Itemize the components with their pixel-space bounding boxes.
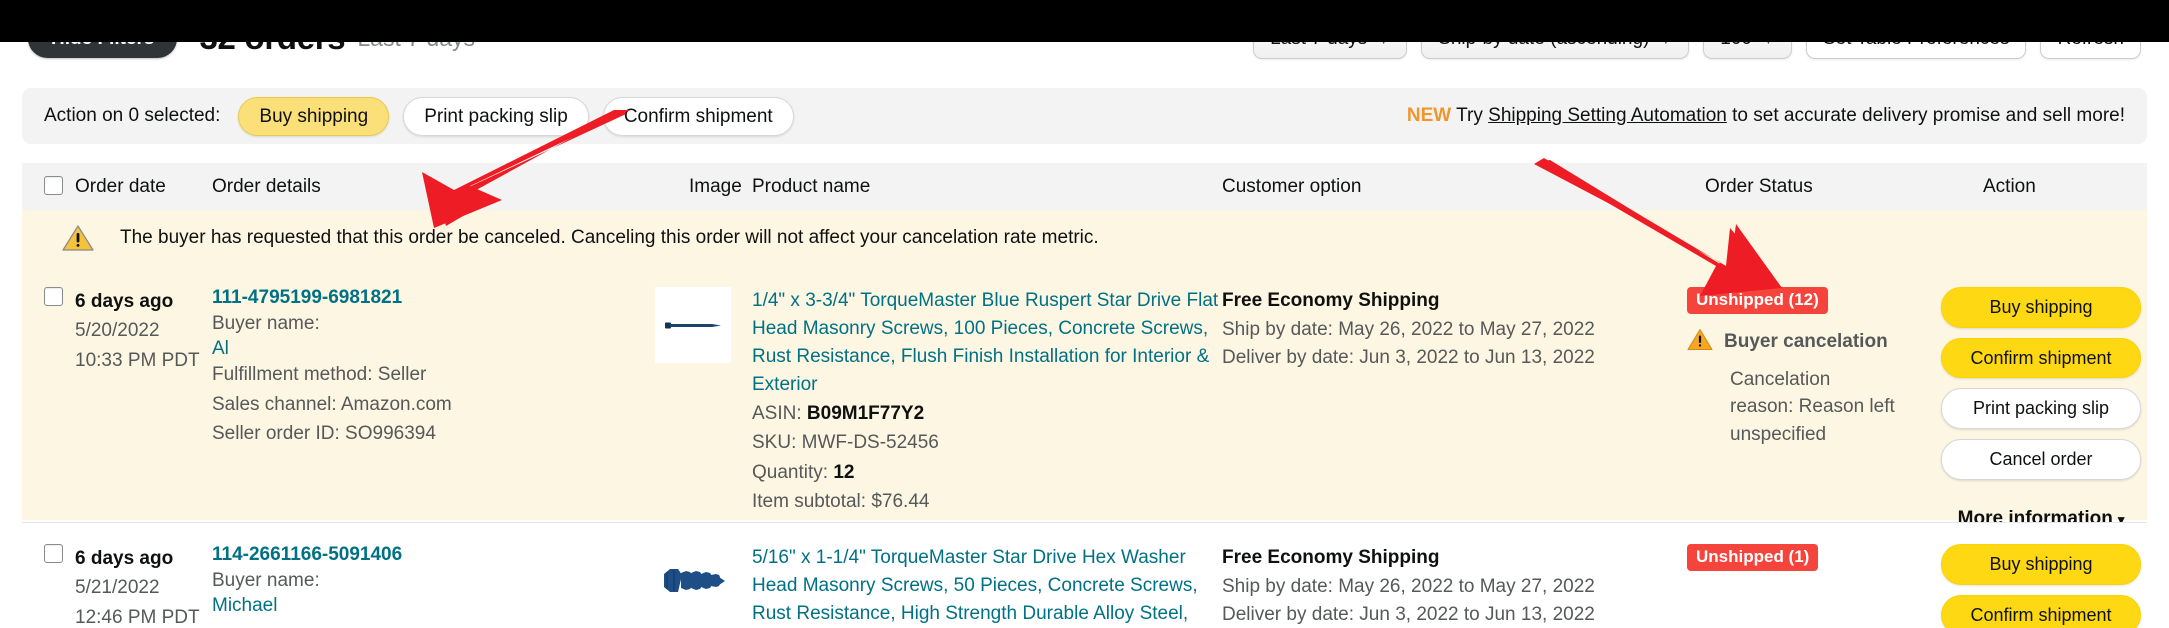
asin-label: ASIN: <box>752 402 807 424</box>
column-header-customer-option: Customer option <box>1222 175 1362 197</box>
bulk-action-bar: Action on 0 selected: Buy shipping Print… <box>22 88 2147 144</box>
product-sku: SKU: MWF-DS-52456 <box>752 432 939 454</box>
bulk-buy-shipping-button[interactable]: Buy shipping <box>238 96 390 136</box>
order-id-link[interactable]: 111-4795199-6981821 <box>212 287 402 308</box>
order-details-cell: 111-4795199-6981821 Buyer name: Al Fulfi… <box>212 287 617 520</box>
buyer-name-link[interactable]: Michael <box>212 595 277 616</box>
table-header-row: Order date Order details Image Product n… <box>22 163 2147 210</box>
status-badge: Unshipped (12) <box>1687 287 1828 314</box>
fulfillment-method: Fulfillment method: Seller <box>212 364 427 386</box>
quantity-value: 12 <box>833 461 855 483</box>
action-buttons-group: Buy shipping Confirm shipment <box>1941 544 2141 628</box>
hex-washer-head-screw-icon <box>657 558 729 606</box>
product-title-link[interactable]: 5/16" x 1-1/4" TorqueMaster Star Drive H… <box>752 544 1222 628</box>
orders-page: Hide Filters 32 orders Last 7 days Last … <box>0 0 2169 628</box>
asin-value: B09M1F77Y2 <box>806 402 925 424</box>
select-all-checkbox[interactable] <box>44 175 63 195</box>
customer-option-cell: Free Economy Shipping Ship by date: May … <box>1222 544 1687 628</box>
product-asin: ASIN: B09M1F77Y2 <box>752 399 1222 428</box>
row-select-checkbox[interactable] <box>44 287 63 306</box>
shipping-setting-automation-link[interactable]: Shipping Setting Automation <box>1488 105 1727 126</box>
cancelation-reason-text: Cancelation reason: Reason left unspecif… <box>1730 368 1895 445</box>
deliver-by-date: Deliver by date: Jun 3, 2022 to Jun 13, … <box>1222 347 1595 368</box>
sales-channel: Sales channel: Amazon.com <box>212 393 452 415</box>
order-date-absolute: 5/21/2022 <box>75 577 160 599</box>
order-date-relative: 6 days ago <box>75 548 174 569</box>
row-print-packing-slip-button[interactable]: Print packing slip <box>1941 388 2141 430</box>
column-header-order-status: Order Status <box>1705 175 1813 197</box>
row-confirm-shipment-button[interactable]: Confirm shipment <box>1941 337 2141 379</box>
bulk-confirm-shipment-button[interactable]: Confirm shipment <box>602 96 794 136</box>
status-badge: Unshipped (1) <box>1687 544 1819 571</box>
bulk-print-packing-slip-button[interactable]: Print packing slip <box>403 96 589 136</box>
order-time: 10:33 PM PDT <box>75 349 200 371</box>
shipping-option-title: Free Economy Shipping <box>1222 547 1440 568</box>
product-image-cell <box>617 287 752 520</box>
column-header-order-details: Order details <box>212 175 321 197</box>
customer-option-cell: Free Economy Shipping Ship by date: May … <box>1222 287 1687 520</box>
row-confirm-shipment-button[interactable]: Confirm shipment <box>1941 594 2141 628</box>
row-buy-shipping-button[interactable]: Buy shipping <box>1941 287 2141 328</box>
order-date-absolute: 5/20/2022 <box>75 320 160 342</box>
promo-banner: NEW Try Shipping Setting Automation to s… <box>1407 105 2125 127</box>
product-image-cell <box>617 544 752 628</box>
table-row: 6 days ago 5/20/2022 10:33 PM PDT 111-47… <box>22 266 2147 529</box>
product-thumbnail[interactable] <box>655 287 731 363</box>
order-date-relative: 6 days ago <box>75 291 174 312</box>
order-date-cell: 6 days ago 5/20/2022 10:33 PM PDT <box>22 287 212 520</box>
promo-new-badge: NEW <box>1406 105 1452 126</box>
order-id-link[interactable]: 114-2661166-5091406 <box>212 544 402 565</box>
buyer-name-link[interactable]: Al <box>212 338 229 359</box>
product-title-link[interactable]: 1/4" x 3-3/4" TorqueMaster Blue Ruspert … <box>752 287 1222 399</box>
shipping-option-title: Free Economy Shipping <box>1222 290 1440 311</box>
product-thumbnail[interactable] <box>655 544 731 620</box>
product-quantity: Quantity: 12 <box>752 458 1222 487</box>
screenshot-top-crop-bar <box>0 0 2169 42</box>
table-row: 6 days ago 5/21/2022 12:46 PM PDT 114-26… <box>22 522 2147 628</box>
buyer-cancelation-warning-banner: The buyer has requested that this order … <box>22 210 2147 266</box>
buyer-cancelation-label: Buyer cancelation <box>1724 331 1888 353</box>
warning-triangle-icon <box>62 224 94 252</box>
seller-order-id: Seller order ID: SO996394 <box>212 423 436 445</box>
deliver-by-date: Deliver by date: Jun 3, 2022 to Jun 13, … <box>1222 604 1595 625</box>
column-header-image: Image <box>689 175 742 197</box>
promo-suffix-text: to set accurate delivery promise and sel… <box>1726 105 2125 126</box>
action-cell: Buy shipping Confirm shipment Print pack… <box>1927 287 2145 529</box>
order-details-cell: 114-2661166-5091406 Buyer name: Michael <box>212 544 617 628</box>
row-cancel-order-button[interactable]: Cancel order <box>1941 439 2141 480</box>
product-name-cell: 1/4" x 3-3/4" TorqueMaster Blue Ruspert … <box>752 287 1222 520</box>
ship-by-date: Ship by date: May 26, 2022 to May 27, 20… <box>1222 318 1595 340</box>
action-buttons-group: Buy shipping Confirm shipment Print pack… <box>1941 287 2141 530</box>
buyer-name-label: Buyer name: <box>212 313 320 334</box>
column-header-order-date: Order date <box>22 175 212 198</box>
quantity-label: Quantity: <box>752 461 834 483</box>
row-buy-shipping-button[interactable]: Buy shipping <box>1941 544 2141 585</box>
buyer-name-label: Buyer name: <box>212 570 320 591</box>
column-header-product-name: Product name <box>752 175 871 197</box>
column-header-action: Action <box>1983 175 2036 197</box>
product-name-cell: 5/16" x 1-1/4" TorqueMaster Star Drive H… <box>752 544 1222 628</box>
bulk-action-label: Action on 0 selected: <box>44 105 221 126</box>
order-status-cell: Unshipped (1) <box>1687 544 1927 628</box>
ship-by-date: Ship by date: May 26, 2022 to May 27, 20… <box>1222 575 1595 597</box>
column-header-order-date-label: Order date <box>75 175 166 197</box>
order-date-cell: 6 days ago 5/21/2022 12:46 PM PDT <box>22 544 212 628</box>
warning-banner-text: The buyer has requested that this order … <box>120 227 1099 248</box>
promo-prefix-text: Try <box>1456 105 1489 126</box>
warning-triangle-icon <box>1687 328 1713 357</box>
order-time: 12:46 PM PDT <box>75 606 200 628</box>
row-select-checkbox[interactable] <box>44 544 63 563</box>
item-subtotal: Item subtotal: $76.44 <box>752 491 930 512</box>
buyer-cancelation-header: Buyer cancelation <box>1687 328 1927 357</box>
flat-head-screw-icon <box>657 289 729 361</box>
order-status-cell: Unshipped (12) Buyer cancelation Cancela… <box>1687 287 1927 520</box>
action-cell: Buy shipping Confirm shipment <box>1927 544 2145 628</box>
